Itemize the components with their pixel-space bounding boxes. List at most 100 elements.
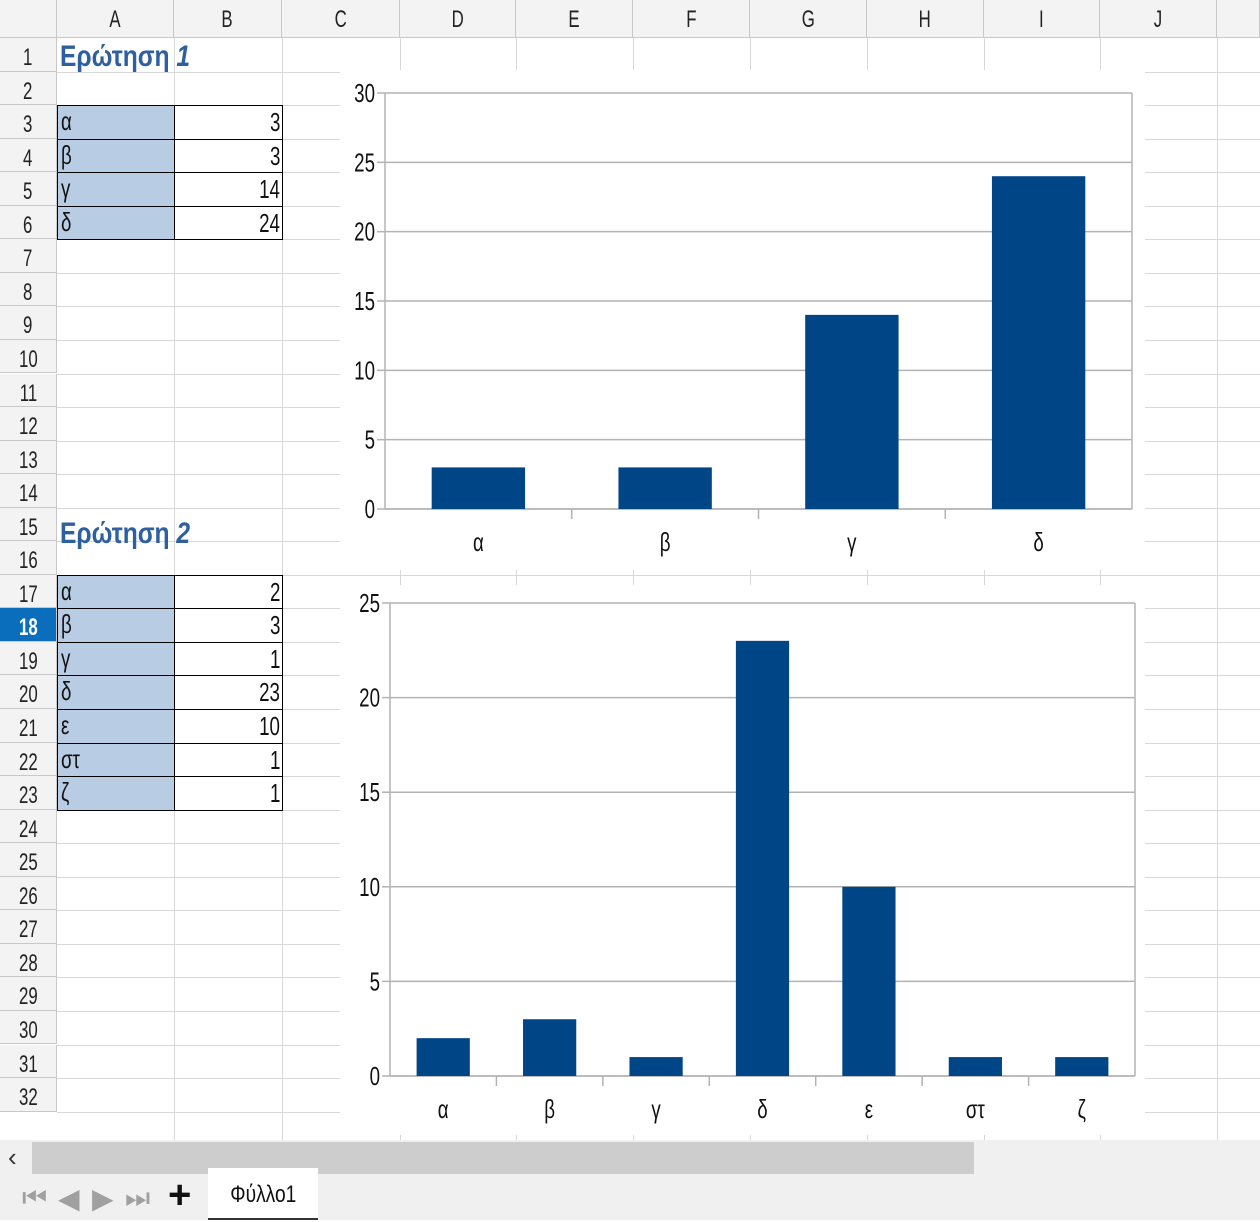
row-header-23[interactable]: 23 [0,776,57,810]
bar-δ [735,640,790,1076]
table-label-cell[interactable]: β [57,138,175,174]
spreadsheet-grid[interactable]: ABCDEFGHIJ 1 2 3 4 5 6 7 8 9 10 11 12 13 14 15 16 17 18 19… [0,0,1260,1140]
row-header-8[interactable]: 8 [0,272,57,307]
table-label-cell[interactable]: γ [57,641,175,677]
table-value-cell[interactable]: 1 [174,742,283,778]
column-header-I[interactable]: I [984,0,1100,38]
row-header-7[interactable]: 7 [0,239,57,273]
column-header-H[interactable]: H [867,0,984,38]
bar-ζ [1055,1057,1109,1076]
row-header-16[interactable]: 16 [0,541,57,575]
row-header-18[interactable]: 18 [0,608,57,642]
table-value-cell[interactable]: 14 [174,172,283,207]
table-value-cell[interactable]: 10 [174,709,283,744]
x-tick-label: γ [651,1094,661,1124]
column-header-C[interactable]: C [282,0,400,38]
row-header-15[interactable]: 15 [0,507,57,542]
row-header-32[interactable]: 32 [0,1078,57,1112]
row-header-17[interactable]: 17 [0,574,57,609]
column-header-J[interactable]: J [1100,0,1217,38]
row-header-3[interactable]: 3 [0,105,57,139]
next-sheet-icon[interactable]: ▶ [92,1182,114,1215]
table-value-cell[interactable]: 3 [174,608,283,643]
table-label-cell[interactable]: δ [57,675,175,710]
row-header-26[interactable]: 26 [0,876,57,911]
y-tick-label: 0 [370,1061,380,1091]
y-tick-label: 10 [359,872,380,902]
y-tick-label: 5 [370,966,380,996]
row-header-13[interactable]: 13 [0,440,57,475]
row-header-5[interactable]: 5 [0,172,57,206]
bar-στ [948,1057,1002,1076]
y-tick-label: 5 [365,425,375,455]
previous-sheet-icon[interactable]: ◀ [58,1182,80,1215]
question1-title: Ερώτηση 1 [60,40,191,73]
row-header-2[interactable]: 2 [0,71,57,106]
y-tick-label: 15 [359,777,380,807]
x-tick-label: α [473,527,484,557]
table-value-cell[interactable]: 2 [174,574,283,610]
column-header-B[interactable]: B [174,0,282,38]
table-value-cell[interactable]: 23 [174,675,283,710]
row-header-21[interactable]: 21 [0,709,57,743]
table-label-cell[interactable]: β [57,608,175,643]
table-value-cell[interactable]: 1 [174,776,283,811]
table-label-cell[interactable]: ε [57,709,175,744]
y-tick-label: 25 [359,588,380,618]
last-sheet-icon[interactable]: ⏭ [125,1182,150,1215]
row-header-11[interactable]: 11 [0,373,57,408]
row-header-4[interactable]: 4 [0,138,57,173]
table-value-cell[interactable]: 1 [174,641,283,677]
row-header-22[interactable]: 22 [0,742,57,777]
table-value-cell[interactable]: 3 [174,138,283,174]
bar-β [523,1019,577,1076]
select-all-corner[interactable] [0,0,57,38]
row-header-12[interactable]: 12 [0,407,57,441]
bar-ε [842,886,896,1076]
table-label-cell[interactable]: ζ [57,776,175,811]
table-label-cell[interactable]: α [57,105,175,140]
row-header-30[interactable]: 30 [0,1010,57,1045]
table-value-cell[interactable]: 24 [174,205,283,241]
column-header-D[interactable]: D [400,0,516,38]
x-tick-label: στ [966,1094,985,1124]
add-sheet-button[interactable]: + [168,1175,191,1215]
x-tick-label: δ [757,1094,767,1124]
row-header-31[interactable]: 31 [0,1044,57,1079]
bar-α [416,1038,470,1076]
row-header-27[interactable]: 27 [0,910,57,944]
row-header-25[interactable]: 25 [0,843,57,877]
table-label-cell[interactable]: δ [57,205,175,241]
table-label-cell[interactable]: γ [57,172,175,207]
row-header-19[interactable]: 19 [0,641,57,676]
column-header-filler [1217,0,1260,38]
y-tick-label: 20 [359,682,380,712]
row-header-14[interactable]: 14 [0,474,57,508]
row-header-1[interactable]: 1 [0,38,57,72]
column-header-F[interactable]: F [633,0,750,38]
column-header-E[interactable]: E [516,0,633,38]
bar-chart-question1[interactable]: 0 5 10 15 20 25 30 α β γ δ [340,70,1145,570]
table-label-cell[interactable]: α [57,574,175,610]
row-header-9[interactable]: 9 [0,306,57,340]
row-header-20[interactable]: 20 [0,675,57,709]
row-header-6[interactable]: 6 [0,205,57,240]
row-header-10[interactable]: 10 [0,339,57,374]
column-header-G[interactable]: G [750,0,867,38]
sheet-tab[interactable]: Φύλλο1 [208,1168,318,1220]
y-tick-label: 15 [354,286,375,316]
row-header-24[interactable]: 24 [0,809,57,844]
row-header-29[interactable]: 29 [0,977,57,1011]
table-value-cell[interactable]: 3 [174,105,283,140]
x-tick-label: α [438,1094,449,1124]
horizontal-scrollbar[interactable] [32,1142,974,1174]
scroll-left-button[interactable]: ‹ [8,1142,17,1173]
y-tick-label: 30 [354,78,375,108]
column-header-A[interactable]: A [57,0,174,38]
bar-chart-question2[interactable]: 0 5 10 15 20 25 α β γ δ ε στ ζ [340,585,1145,1135]
table-label-cell[interactable]: στ [57,742,175,778]
row-header-28[interactable]: 28 [0,943,57,978]
first-sheet-icon[interactable]: ⏮ [22,1182,47,1215]
bar-γ [805,314,899,509]
bar-δ [991,176,1086,509]
